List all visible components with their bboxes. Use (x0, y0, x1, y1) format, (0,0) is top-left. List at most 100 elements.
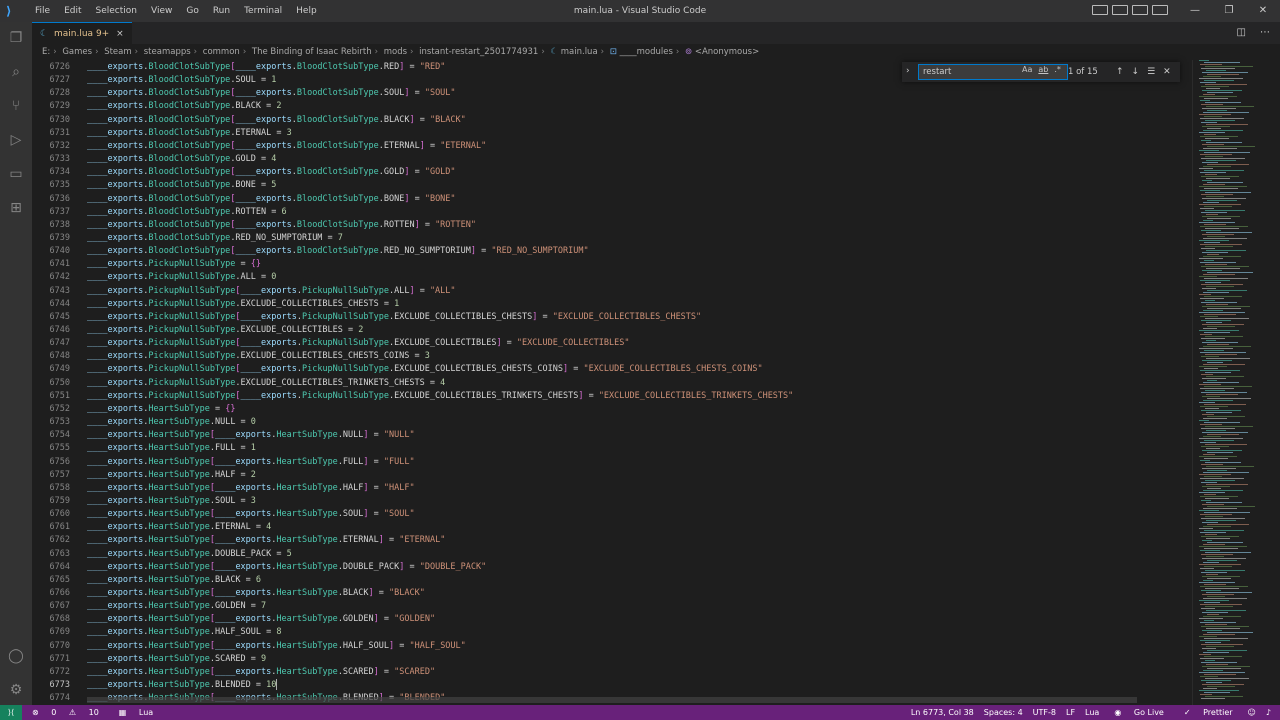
minimap[interactable] (1192, 60, 1280, 705)
code-line[interactable]: 6755 ____exports.HeartSubType.FULL = 1 (32, 442, 1192, 455)
search-icon[interactable]: ⌕ (0, 56, 32, 88)
code-line[interactable]: 6744 ____exports.PickupNullSubType.EXCLUD… (32, 298, 1192, 311)
breadcrumb-item[interactable]: <Anonymous> (695, 47, 759, 57)
remote-indicator-icon[interactable]: ⟩⟨ (0, 705, 22, 720)
explorer-icon[interactable]: ❐ (0, 22, 32, 54)
problems-indicator[interactable]: ⊗ 0 ⚠ 10 (22, 705, 109, 720)
menu-help[interactable]: Help (289, 0, 324, 22)
next-match-arrow-down-icon[interactable]: ↓ (1132, 65, 1140, 79)
code-line[interactable]: 6747 ____exports.PickupNullSubType[____ex… (32, 337, 1192, 350)
code-line[interactable]: 6760 ____exports.HeartSubType[____exports… (32, 508, 1192, 521)
breadcrumb-item[interactable]: mods (384, 47, 407, 57)
menu-go[interactable]: Go (179, 0, 205, 22)
remote-explorer-icon[interactable]: ▭ (0, 158, 32, 190)
breadcrumb-item[interactable]: Games (62, 47, 92, 57)
menu-selection[interactable]: Selection (89, 0, 144, 22)
code-line[interactable]: 6746 ____exports.PickupNullSubType.EXCLUD… (32, 324, 1192, 337)
code-line[interactable]: 6732 ____exports.BloodClotSubType[____exp… (32, 140, 1192, 153)
breadcrumb-item[interactable]: main.lua (561, 47, 598, 57)
code-line[interactable]: 6748 ____exports.PickupNullSubType.EXCLUD… (32, 350, 1192, 363)
tab-main-lua[interactable]: ☾ main.lua 9+ × (32, 22, 132, 44)
lua-status-item[interactable]: ▦ Lua (109, 705, 163, 720)
toggle-panel-icon[interactable] (1112, 5, 1128, 15)
code-line[interactable]: 6749 ____exports.PickupNullSubType[____ex… (32, 363, 1192, 376)
minimize-icon[interactable]: — (1178, 0, 1212, 22)
breadcrumb-item[interactable]: The Binding of Isaac Rebirth (252, 47, 372, 57)
breadcrumb-item[interactable]: instant-restart_2501774931 (419, 47, 538, 57)
whole-word-toggle[interactable]: ab (1038, 65, 1048, 74)
code-line[interactable]: 6739 ____exports.BloodClotSubType.RED_NO_… (32, 232, 1192, 245)
code-line[interactable]: 6762 ____exports.HeartSubType[____exports… (32, 534, 1192, 547)
code-line[interactable]: 6741 ____exports.PickupNullSubType = {} (32, 258, 1192, 271)
code-line[interactable]: 6737 ____exports.BloodClotSubType.ROTTEN … (32, 206, 1192, 219)
code-line[interactable]: 6731 ____exports.BloodClotSubType.ETERNAL… (32, 127, 1192, 140)
code-line[interactable]: 6752 ____exports.HeartSubType = {} (32, 403, 1192, 416)
code-line[interactable]: 6751 ____exports.PickupNullSubType[____ex… (32, 390, 1192, 403)
run-debug-icon[interactable]: ▷ (0, 124, 32, 156)
toggle-primary-sidebar-icon[interactable] (1092, 5, 1108, 15)
tab-close-icon[interactable]: × (116, 29, 124, 39)
breadcrumb-item[interactable]: E: (42, 47, 50, 57)
find-in-selection-icon[interactable]: ☰ (1147, 65, 1155, 79)
code-line[interactable]: 6761 ____exports.HeartSubType.ETERNAL = 4 (32, 521, 1192, 534)
prettier-button[interactable]: ✓ Prettier (1174, 705, 1243, 720)
breadcrumb-item[interactable]: common (203, 47, 240, 57)
toggle-replace-chevron-icon[interactable]: › (906, 66, 910, 76)
code-line[interactable]: 6770 ____exports.HeartSubType[____exports… (32, 640, 1192, 653)
code-line[interactable]: 6730 ____exports.BloodClotSubType[____exp… (32, 114, 1192, 127)
menu-edit[interactable]: Edit (57, 0, 88, 22)
encoding[interactable]: UTF-8 (1028, 705, 1061, 720)
code-line[interactable]: 6764 ____exports.HeartSubType[____exports… (32, 561, 1192, 574)
go-live-button[interactable]: ◉ Go Live (1104, 705, 1174, 720)
code-line[interactable]: 6736 ____exports.BloodClotSubType[____exp… (32, 193, 1192, 206)
end-of-line[interactable]: LF (1061, 705, 1080, 720)
menu-view[interactable]: View (144, 0, 179, 22)
close-window-icon[interactable]: ✕ (1246, 0, 1280, 22)
code-line[interactable]: 6735 ____exports.BloodClotSubType.BONE = … (32, 179, 1192, 192)
feedback-icon[interactable]: ☺ (1243, 705, 1261, 720)
code-line[interactable]: 6743 ____exports.PickupNullSubType[____ex… (32, 285, 1192, 298)
code-line[interactable]: 6734 ____exports.BloodClotSubType[____exp… (32, 166, 1192, 179)
code-line[interactable]: 6754 ____exports.HeartSubType[____exports… (32, 429, 1192, 442)
code-line[interactable]: 6740 ____exports.BloodClotSubType[____exp… (32, 245, 1192, 258)
language-mode[interactable]: Lua (1080, 705, 1104, 720)
match-case-toggle[interactable]: Aa (1022, 65, 1032, 74)
code-line[interactable]: 6771 ____exports.HeartSubType.SCARED = 9 (32, 653, 1192, 666)
code-line[interactable]: 6750 ____exports.PickupNullSubType.EXCLUD… (32, 377, 1192, 390)
code-line[interactable]: 6757 ____exports.HeartSubType.HALF = 2 (32, 469, 1192, 482)
code-line[interactable]: 6758 ____exports.HeartSubType[____exports… (32, 482, 1192, 495)
code-line[interactable]: 6763 ____exports.HeartSubType.DOUBLE_PACK… (32, 548, 1192, 561)
toggle-secondary-sidebar-icon[interactable] (1132, 5, 1148, 15)
code-line[interactable]: 6767 ____exports.HeartSubType.GOLDEN = 7 (32, 600, 1192, 613)
menu-file[interactable]: File (28, 0, 57, 22)
restore-icon[interactable]: ❐ (1212, 0, 1246, 22)
manage-gear-icon[interactable]: ⚙ (0, 674, 32, 706)
customize-layout-icon[interactable] (1152, 5, 1168, 15)
code-line[interactable]: 6733 ____exports.BloodClotSubType.GOLD = … (32, 153, 1192, 166)
code-line[interactable]: 6766 ____exports.HeartSubType[____exports… (32, 587, 1192, 600)
regex-toggle[interactable]: .* (1054, 65, 1061, 74)
menu-terminal[interactable]: Terminal (237, 0, 289, 22)
previous-match-arrow-up-icon[interactable]: ↑ (1116, 65, 1124, 79)
code-line[interactable]: 6729 ____exports.BloodClotSubType.BLACK =… (32, 100, 1192, 113)
code-line[interactable]: 6738 ____exports.BloodClotSubType[____exp… (32, 219, 1192, 232)
code-line[interactable]: 6759 ____exports.HeartSubType.SOUL = 3 (32, 495, 1192, 508)
breadcrumb-item[interactable]: Steam (104, 47, 131, 57)
code-line[interactable]: 6756 ____exports.HeartSubType[____exports… (32, 456, 1192, 469)
cursor-position[interactable]: Ln 6773, Col 38 (906, 705, 979, 720)
menu-run[interactable]: Run (206, 0, 237, 22)
code-line[interactable]: 6772 ____exports.HeartSubType[____exports… (32, 666, 1192, 679)
code-line[interactable]: 6742 ____exports.PickupNullSubType.ALL = … (32, 271, 1192, 284)
code-line[interactable]: 6753 ____exports.HeartSubType.NULL = 0 (32, 416, 1192, 429)
split-editor-icon[interactable]: ◫ (1237, 22, 1246, 44)
close-find-icon[interactable]: ✕ (1163, 65, 1171, 79)
horizontal-scrollbar[interactable] (87, 697, 1137, 703)
code-editor[interactable]: 6726 ____exports.BloodClotSubType[____exp… (32, 60, 1192, 705)
code-line[interactable]: 6765 ____exports.HeartSubType.BLACK = 6 (32, 574, 1192, 587)
notifications-bell-icon[interactable]: ♪ (1261, 705, 1276, 720)
breadcrumb-item[interactable]: ____modules (620, 47, 673, 57)
breadcrumb-item[interactable]: steamapps (144, 47, 191, 57)
accounts-icon[interactable]: ◯ (0, 640, 32, 672)
code-line[interactable]: 6768 ____exports.HeartSubType[____exports… (32, 613, 1192, 626)
code-line[interactable]: 6728 ____exports.BloodClotSubType[____exp… (32, 87, 1192, 100)
